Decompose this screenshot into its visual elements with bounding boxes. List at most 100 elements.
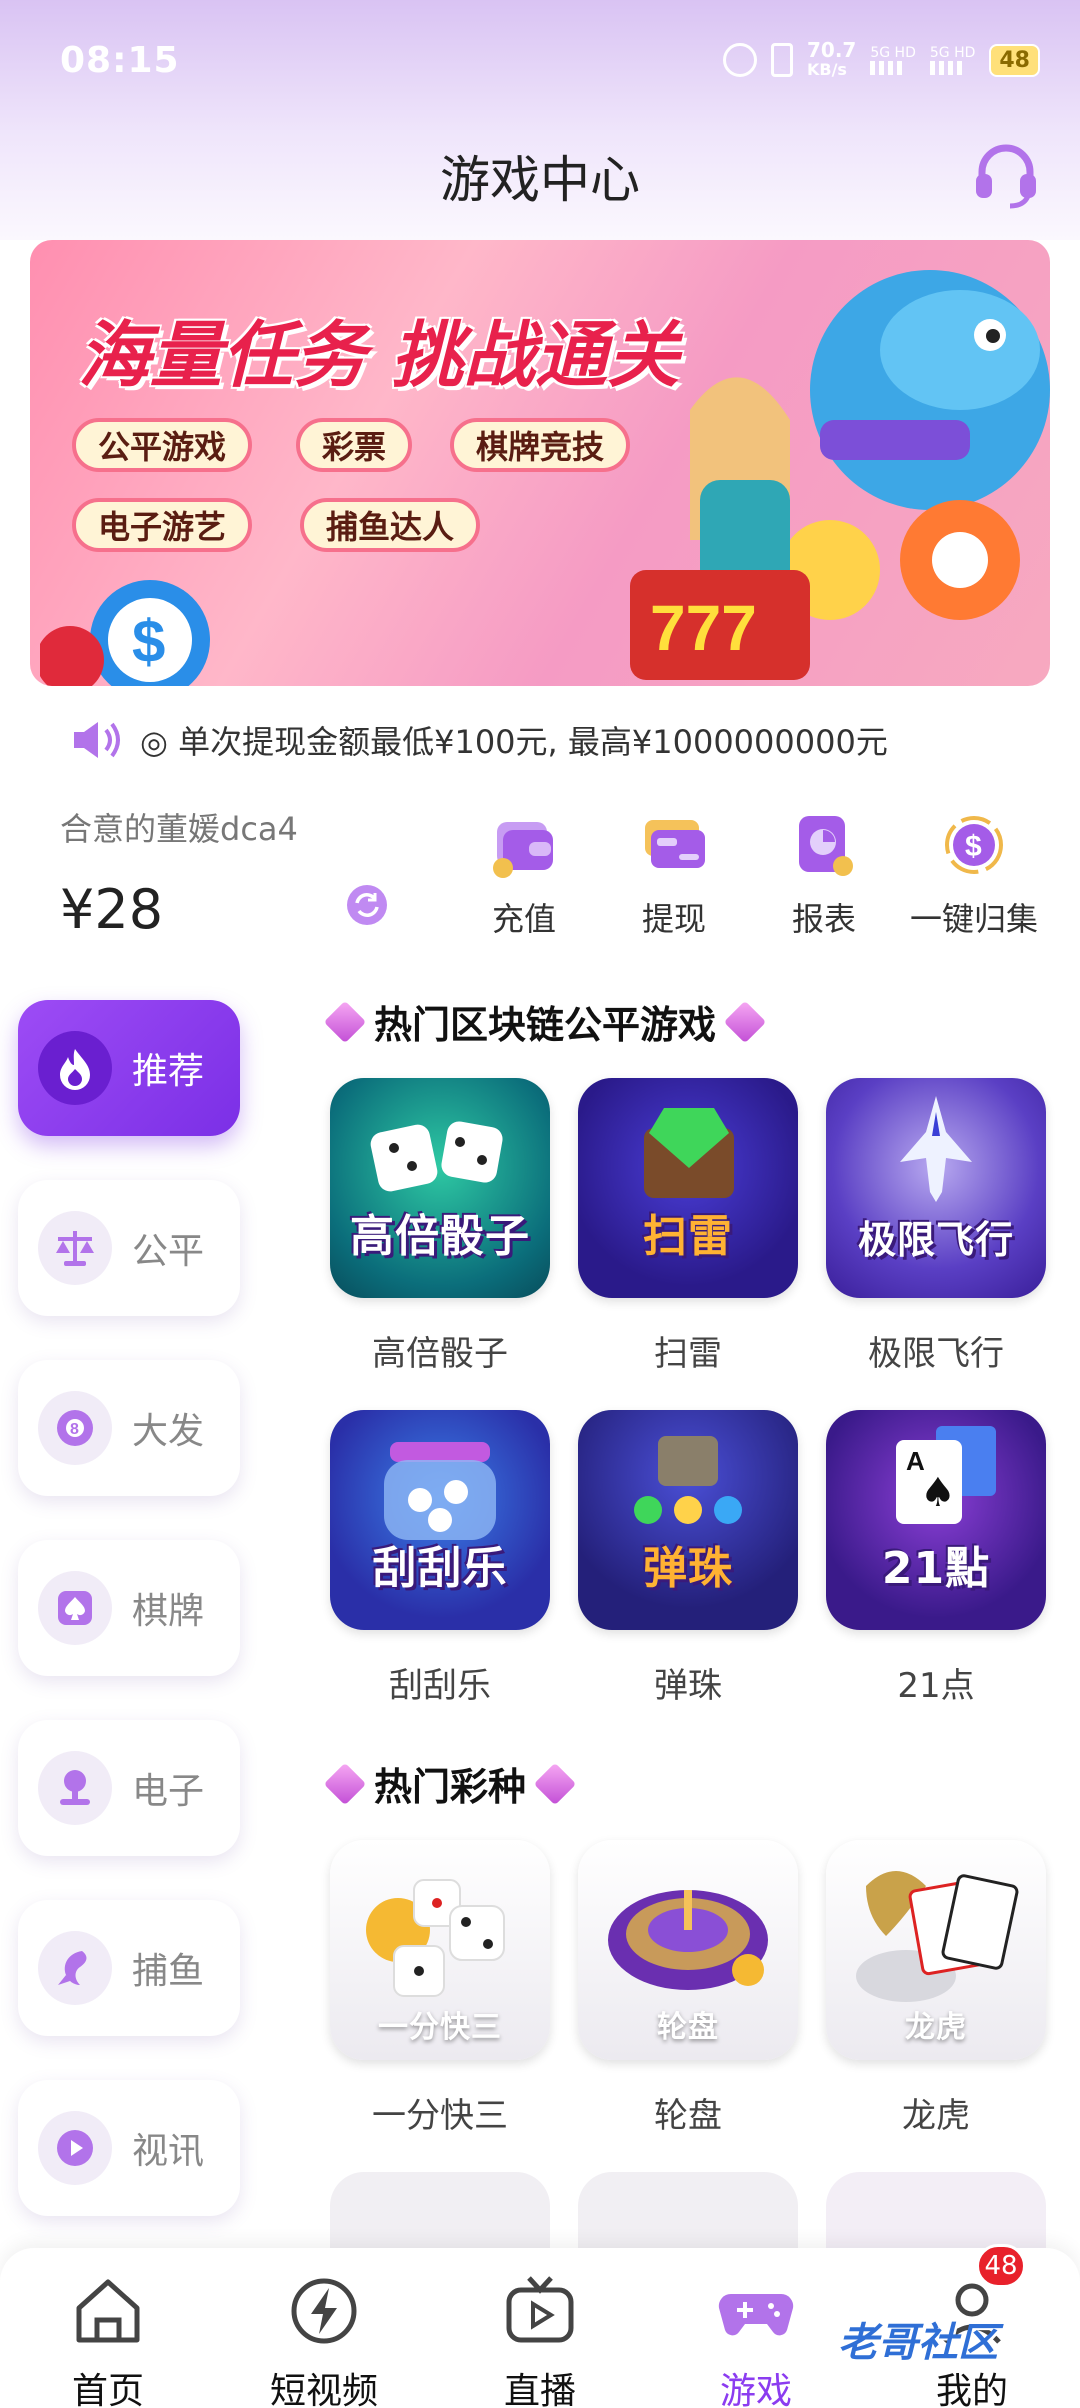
- signal-2-label: 5G HD: [929, 45, 976, 61]
- game-tile: 弹珠: [578, 1410, 798, 1630]
- signal-bars-icon: [929, 61, 964, 75]
- report-label: 报表: [791, 900, 856, 938]
- recharge-button[interactable]: 充值: [454, 810, 594, 940]
- tab-home[interactable]: 首页: [28, 2272, 188, 2408]
- play-icon: [38, 2111, 112, 2185]
- refresh-icon[interactable]: [346, 884, 388, 926]
- tab-label: 短视频: [269, 2371, 378, 2408]
- tab-label: 游戏: [719, 2371, 792, 2408]
- headset-icon[interactable]: [970, 138, 1042, 210]
- alarm-icon: [722, 43, 757, 77]
- sidebar-item-label: 捕鱼: [132, 1951, 205, 1992]
- sidebar-item-fair[interactable]: 公平: [18, 1180, 240, 1316]
- withdraw-label: 提现: [641, 900, 706, 938]
- section-title-text: 热门彩种: [374, 1765, 527, 1809]
- username: 合意的董媛dca4: [60, 810, 298, 848]
- tab-short-video[interactable]: 短视频: [244, 2272, 404, 2408]
- battery-icon: 48: [989, 43, 1040, 77]
- signal-bars-icon: [870, 61, 905, 75]
- game-card-dice[interactable]: 高倍骰子 高倍骰子: [330, 1078, 550, 1375]
- game-tile: 刮刮乐: [330, 1410, 550, 1630]
- signal-2: 5G HD: [929, 45, 976, 75]
- sidebar-item-dafa[interactable]: 8 大发: [18, 1360, 240, 1496]
- gamepad-icon: [718, 2293, 794, 2336]
- page-title: 游戏中心: [440, 151, 640, 209]
- wallet-icon: [493, 822, 553, 878]
- game-name: 21点: [897, 1666, 975, 1706]
- diamond-icon: [533, 1762, 577, 1805]
- game-card-minesweeper[interactable]: 扫雷 扫雷: [578, 1078, 798, 1375]
- tab-games[interactable]: 游戏: [676, 2272, 836, 2408]
- notice-text: ◎ 单次提现金额最低¥100元, 最高¥1000000000元: [140, 723, 888, 761]
- game-card-scratch[interactable]: 刮刮乐 刮刮乐: [330, 1410, 550, 1707]
- tab-label: 我的: [935, 2371, 1008, 2408]
- banner-chip: 电子游艺: [72, 498, 253, 552]
- game-tile: 龙虎: [826, 1840, 1046, 2060]
- game-name: 轮盘: [654, 2096, 722, 2136]
- sidebar-item-label: 电子: [132, 1771, 205, 1812]
- collect-all-label: 一键归集: [909, 900, 1038, 938]
- withdraw-button[interactable]: 提现: [604, 810, 744, 940]
- game-tile: A ♠ 21點: [826, 1410, 1046, 1630]
- svg-text:777: 777: [650, 592, 757, 664]
- scale-icon: [38, 1211, 112, 1285]
- notification-badge: 48: [976, 2244, 1026, 2288]
- game-tile-text: 21點: [881, 1543, 991, 1594]
- report-button[interactable]: 报表: [754, 810, 894, 940]
- game-tile-text: 极限飞行: [857, 1218, 1014, 1262]
- game-tile-text: 龙虎: [905, 2010, 967, 2045]
- game-name: 扫雷: [654, 1334, 722, 1374]
- speed-value: 70.7: [806, 38, 857, 62]
- ball-8-icon: 8: [38, 1391, 112, 1465]
- cards-icon: A ♠: [896, 1426, 996, 1524]
- tab-live[interactable]: 直播: [460, 2272, 620, 2408]
- game-card-pinball[interactable]: 弹珠 弹珠: [578, 1410, 798, 1707]
- svg-text:♠: ♠: [920, 1470, 956, 1516]
- card-icon: [645, 820, 705, 868]
- tab-label: 首页: [71, 2371, 144, 2408]
- tab-label: 直播: [503, 2371, 576, 2408]
- chips-illustration: $: [40, 580, 210, 686]
- notice-bar[interactable]: ◎ 单次提现金额最低¥100元, 最高¥1000000000元: [70, 718, 1050, 762]
- status-time: 08:15: [60, 40, 180, 81]
- status-bar: 08:15 70.7 KB/s 5G HD 5G HD 48: [0, 0, 1080, 120]
- game-card-crash[interactable]: 极限飞行 极限飞行: [826, 1078, 1046, 1375]
- lightning-icon: [291, 2278, 357, 2344]
- banner-chip: 捕鱼达人: [300, 498, 481, 552]
- game-name: 高倍骰子: [372, 1334, 508, 1374]
- status-icons: 70.7 KB/s 5G HD 5G HD 48: [722, 40, 1040, 80]
- game-card-quick3[interactable]: 一分快三 一分快三: [330, 1840, 550, 2137]
- game-tile: 极限飞行: [826, 1078, 1046, 1298]
- sidebar-item-label: 推荐: [132, 1051, 205, 1092]
- sidebar-item-fishing[interactable]: 捕鱼: [18, 1900, 240, 2036]
- jar-icon: [384, 1442, 496, 1540]
- game-tile: 轮盘: [578, 1840, 798, 2060]
- watermark-logo: 老哥社区: [838, 2320, 998, 2366]
- game-tile-text: 弹珠: [643, 1543, 733, 1594]
- sidebar-item-electronic[interactable]: 电子: [18, 1720, 240, 1856]
- game-tile-text: 扫雷: [643, 1211, 733, 1262]
- sidebar-item-chess[interactable]: 棋牌: [18, 1540, 240, 1676]
- game-card-roulette[interactable]: 轮盘 轮盘: [578, 1840, 798, 2137]
- recharge-label: 充值: [491, 900, 556, 938]
- sidebar-item-video[interactable]: 视讯: [18, 2080, 240, 2216]
- banner-chip: 公平游戏: [72, 418, 253, 472]
- game-tile-text: 轮盘: [657, 2010, 719, 2045]
- section-title-lottery: 热门彩种: [323, 1756, 577, 1811]
- network-speed: 70.7 KB/s: [807, 40, 856, 80]
- section-title-text: 热门区块链公平游戏: [374, 1003, 717, 1047]
- sidebar-item-recommend[interactable]: 推荐: [18, 1000, 240, 1136]
- promo-banner[interactable]: 海量任务 挑战通关 公平游戏 彩票 棋牌竞技 电子游艺 捕鱼达人 777 $: [30, 240, 1050, 686]
- sidebar-item-label: 视讯: [132, 2131, 205, 2172]
- svg-text:8: 8: [70, 1421, 79, 1438]
- game-card-dragon-tiger[interactable]: 龙虎 龙虎: [826, 1840, 1046, 2137]
- game-name: 一分快三: [372, 2096, 508, 2136]
- collect-all-button[interactable]: $ 一键归集: [904, 810, 1044, 940]
- joystick-icon: [38, 1751, 112, 1825]
- game-tile: 一分快三: [330, 1840, 550, 2060]
- game-card-blackjack[interactable]: A ♠ 21點 21点: [826, 1410, 1046, 1707]
- game-tile-text: 高倍骰子: [350, 1211, 530, 1262]
- speaker-icon: [74, 722, 120, 758]
- game-tile: 高倍骰子: [330, 1078, 550, 1298]
- roulette-icon: [608, 1890, 768, 1990]
